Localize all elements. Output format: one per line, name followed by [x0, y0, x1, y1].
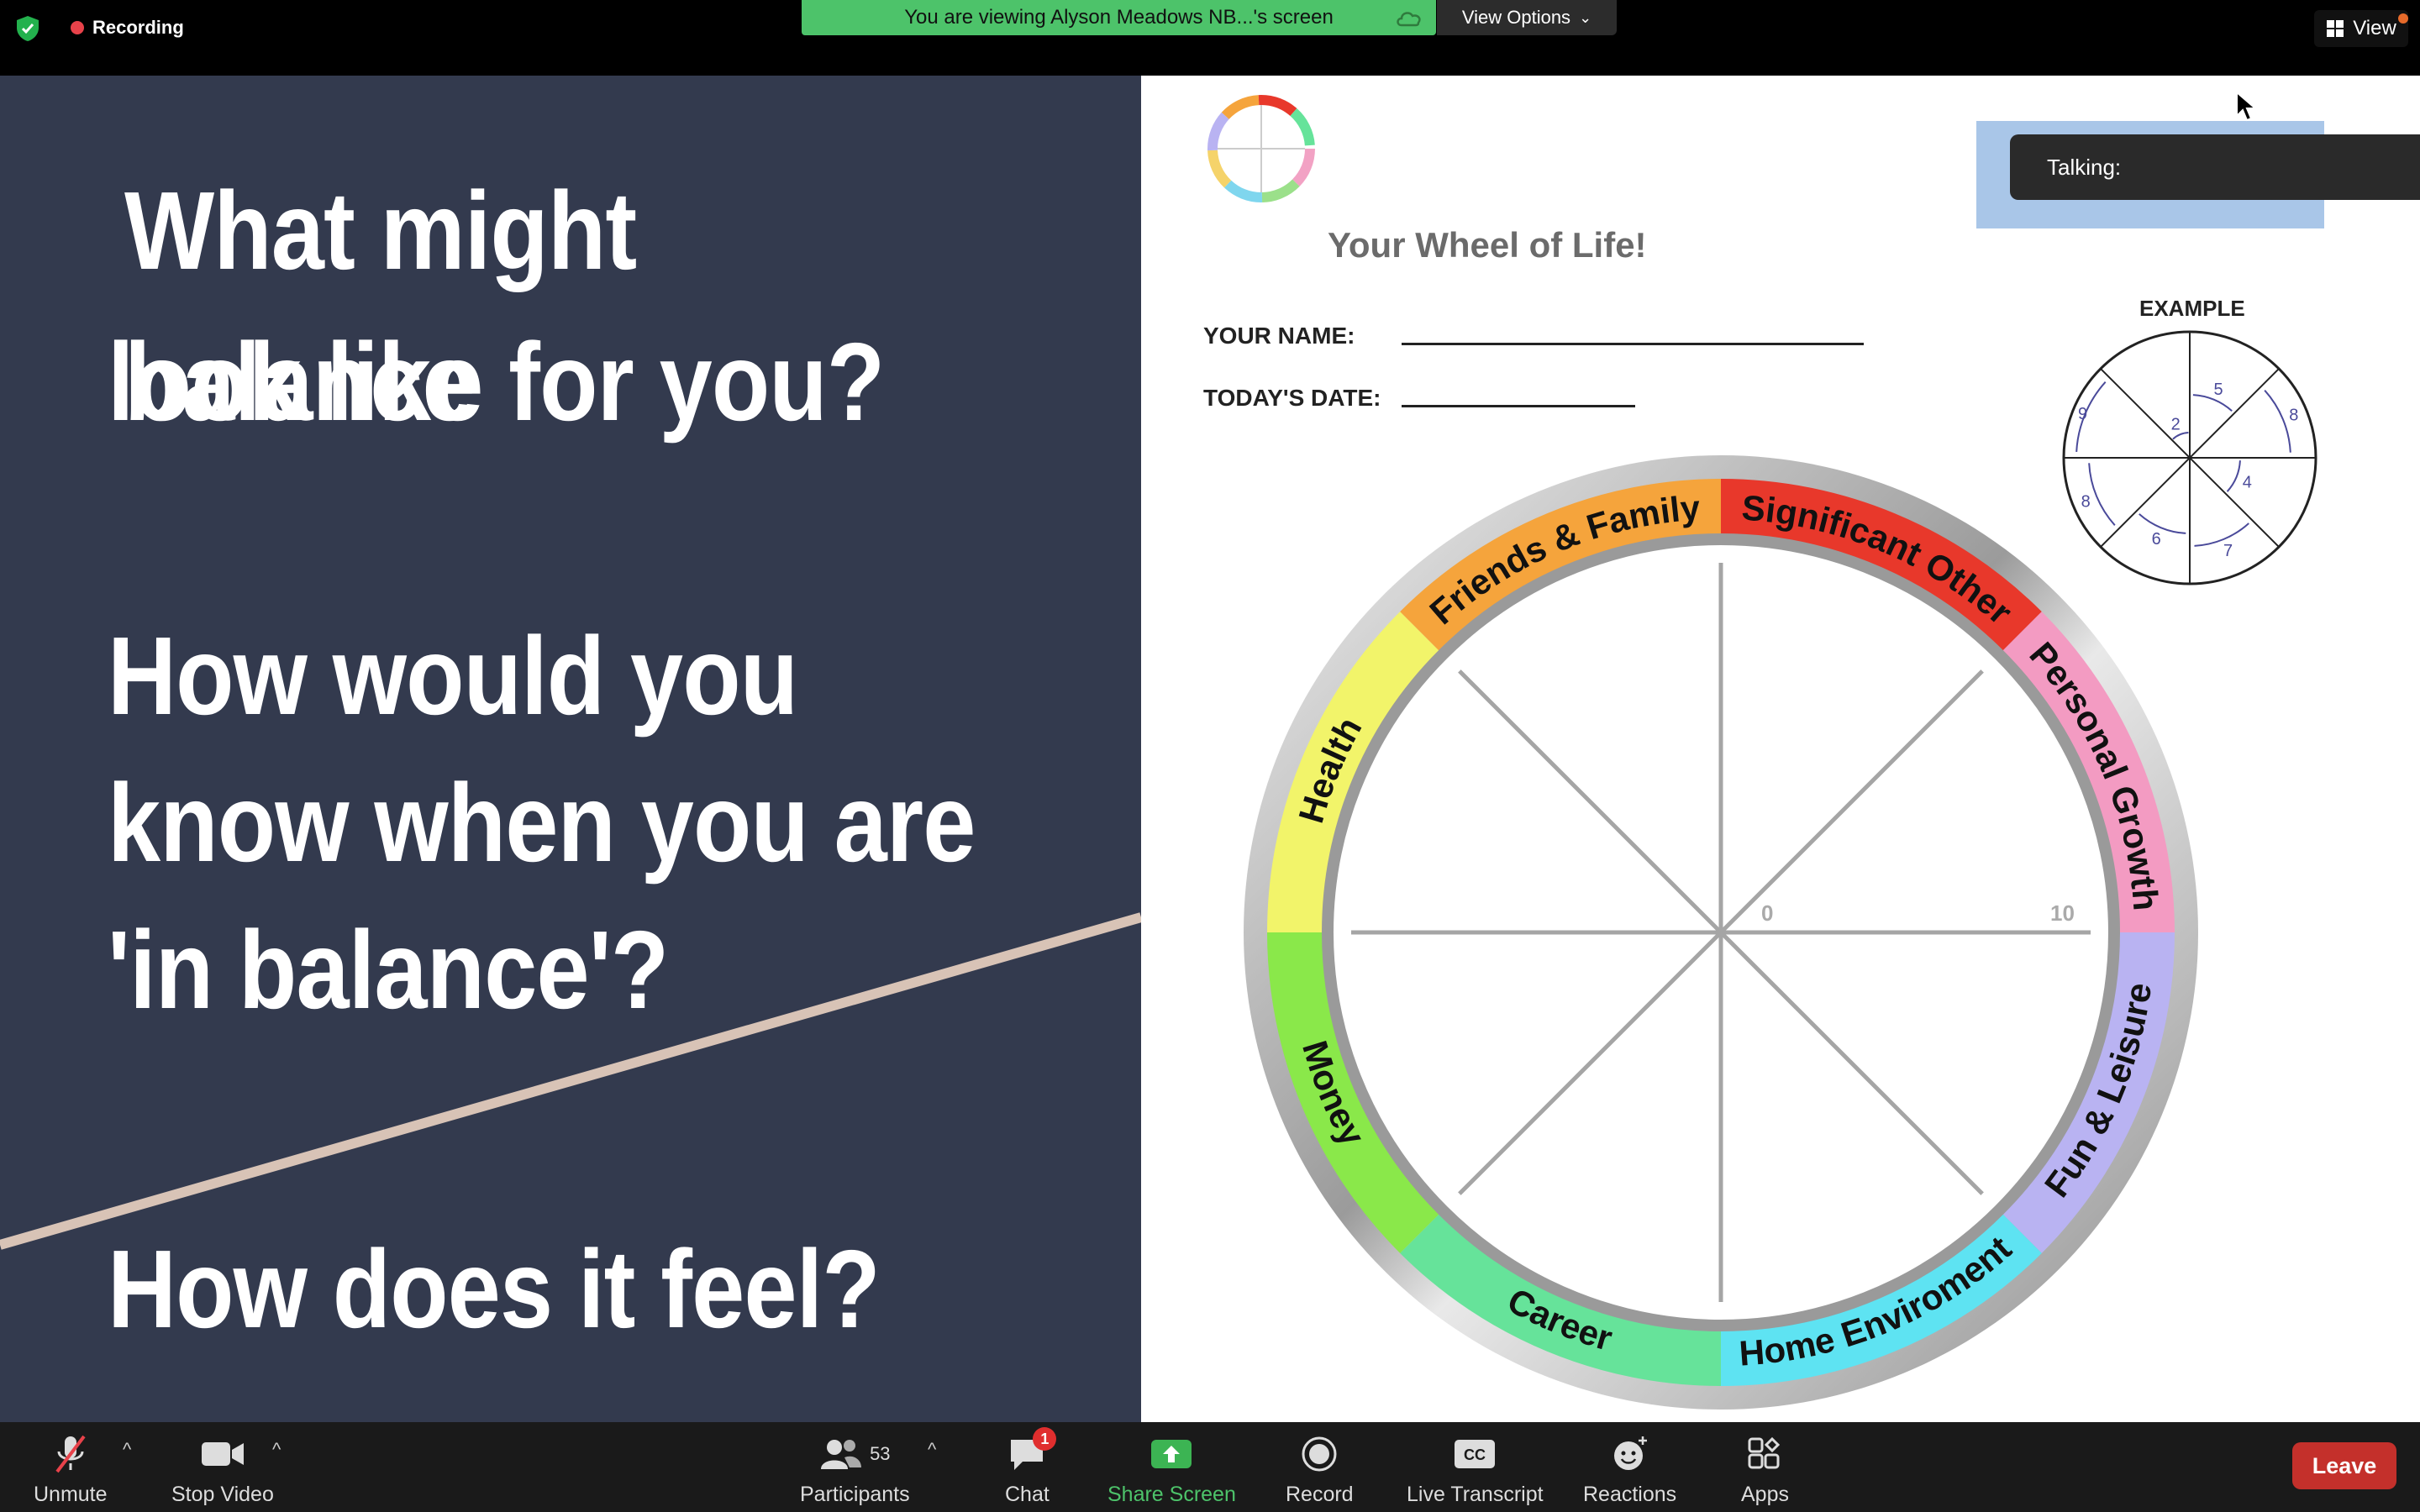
microphone-muted-icon — [55, 1435, 86, 1473]
chat-button[interactable]: 1 Chat — [1005, 1427, 1057, 1507]
wheel-of-life: 0 10Significant OtherPersonal GrowthFun &… — [1244, 455, 2198, 1410]
live-transcript-button[interactable]: CC Live Transcript — [1407, 1432, 1544, 1507]
unmute-label: Unmute — [34, 1483, 108, 1506]
name-label: YOUR NAME: — [1203, 323, 1355, 349]
grid-view-icon — [2327, 20, 2344, 37]
reactions-button[interactable]: Reactions — [1583, 1432, 1676, 1507]
recording-label: Recording — [92, 17, 184, 38]
view-button[interactable]: View — [2314, 10, 2408, 47]
example-score-number: 8 — [2289, 407, 2298, 425]
meeting-toolbar: Unmute ^ Stop Video ^ 53 Participants ^ — [0, 1422, 2420, 1512]
recording-dot-icon — [71, 21, 84, 34]
viewing-screen-banner: You are viewing Alyson Meadows NB...'s s… — [802, 0, 1436, 35]
talking-indicator: Talking: — [2010, 134, 2420, 200]
reactions-label: Reactions — [1583, 1483, 1677, 1506]
shared-slide-panel: What might balance look like for you? Ho… — [0, 76, 1141, 1422]
security-shield-icon[interactable] — [15, 15, 40, 42]
record-label: Record — [1286, 1483, 1354, 1506]
chevron-down-icon: ⌄ — [1579, 8, 1592, 26]
live-transcript-label: Live Transcript — [1407, 1483, 1544, 1506]
view-options-label: View Options — [1461, 7, 1571, 28]
record-button[interactable]: Record — [1286, 1432, 1354, 1507]
participants-button[interactable]: 53 Participants — [800, 1432, 910, 1507]
example-score-number: 4 — [2243, 473, 2252, 491]
mouse-cursor-icon — [2236, 91, 2257, 122]
share-screen-button[interactable]: Share Screen — [1107, 1432, 1236, 1507]
smiley-icon — [1613, 1436, 1647, 1470]
apps-label: Apps — [1741, 1483, 1789, 1506]
notification-dot — [2398, 13, 2408, 24]
view-label: View — [2353, 17, 2396, 39]
example-score-number: 7 — [2223, 542, 2233, 560]
chat-label: Chat — [1005, 1483, 1050, 1506]
share-screen-icon — [1151, 1440, 1192, 1468]
share-screen-label: Share Screen — [1107, 1483, 1236, 1506]
scale-min-label: 0 — [1761, 900, 1773, 926]
video-options-chevron-icon[interactable]: ^ — [272, 1439, 281, 1461]
wheel-logo-icon — [1207, 95, 1315, 202]
stop-video-button[interactable]: Stop Video — [171, 1432, 274, 1507]
apps-icon — [1748, 1436, 1781, 1469]
svg-text:CC: CC — [1464, 1446, 1486, 1463]
leave-button[interactable]: Leave — [2292, 1442, 2396, 1489]
record-icon — [1302, 1436, 1337, 1472]
unmute-button[interactable]: Unmute — [34, 1432, 108, 1507]
meeting-top-bar: Recording You are viewing Alyson Meadows… — [0, 0, 2420, 76]
worksheet-title: Your Wheel of Life! — [1328, 225, 1647, 265]
date-label: TODAY'S DATE: — [1203, 385, 1381, 411]
participants-label: Participants — [800, 1483, 910, 1506]
example-score-number: 5 — [2213, 381, 2223, 399]
example-score-number: 2 — [2171, 415, 2181, 433]
date-blank-line — [1402, 405, 1635, 407]
example-score-number: 9 — [2078, 405, 2087, 423]
slide-line-6: How does it feel? — [108, 1227, 881, 1351]
stop-video-label: Stop Video — [171, 1483, 274, 1506]
name-blank-line — [1402, 343, 1864, 345]
example-label: EXAMPLE — [2139, 296, 2245, 321]
scale-max-label: 10 — [2050, 900, 2075, 926]
chat-unread-badge: 1 — [1033, 1427, 1057, 1451]
view-options-dropdown[interactable]: View Options ⌄ — [1437, 0, 1617, 35]
participants-icon — [821, 1440, 862, 1469]
recording-indicator[interactable]: Recording — [71, 15, 184, 40]
participants-options-chevron-icon[interactable]: ^ — [928, 1439, 936, 1461]
video-camera-icon — [201, 1442, 244, 1466]
cloud-icon — [1397, 12, 1421, 27]
participants-count: 53 — [870, 1443, 891, 1464]
audio-options-chevron-icon[interactable]: ^ — [123, 1439, 131, 1461]
viewing-screen-text: You are viewing Alyson Meadows NB...'s s… — [904, 6, 1334, 29]
closed-caption-icon: CC — [1455, 1440, 1496, 1468]
talking-label: Talking: — [2047, 154, 2122, 180]
apps-button[interactable]: Apps — [1741, 1432, 1789, 1507]
